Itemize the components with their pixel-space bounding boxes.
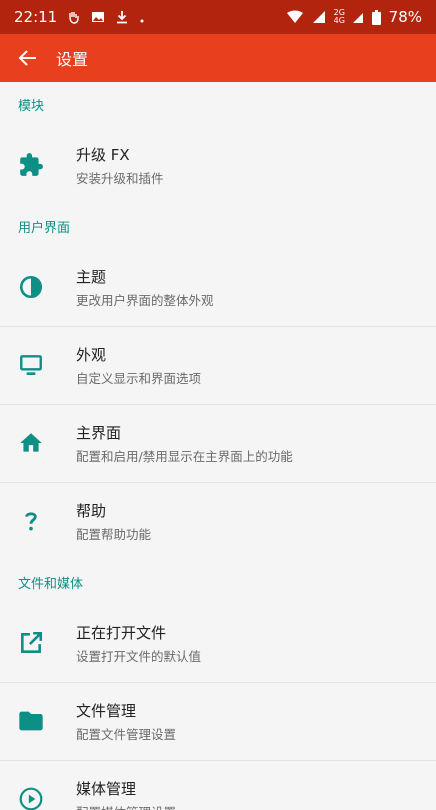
arrow-left-icon [18,48,38,68]
row-title: 主题 [76,267,107,286]
row-text: 媒体管理 配置媒体管理设置 [60,778,176,810]
row-title: 文件管理 [76,701,137,720]
row-text: 主题 更改用户界面的整体外观 [60,266,214,309]
row-subtitle: 配置媒体管理设置 [76,802,176,810]
play-circle-icon [0,760,60,810]
network-type-bottom: 4G [333,16,345,25]
row-text: 主界面 配置和启用/禁用显示在主界面上的功能 [60,422,293,465]
row-subtitle: 更改用户界面的整体外观 [76,292,214,308]
row-title: 升级 FX [76,145,130,164]
status-time: 22:11 [14,8,58,26]
home-icon [0,404,60,482]
contrast-icon [0,248,60,326]
row-subtitle: 安装升级和插件 [76,170,164,186]
signal-icon [312,10,326,24]
hand-icon [67,10,81,24]
puzzle-icon [0,126,60,204]
battery-percent: 78% [388,8,422,26]
row-text: 外观 自定义显示和界面选项 [60,344,201,387]
row-subtitle: 配置帮助功能 [76,526,152,542]
signal-icon-2 [352,10,364,24]
settings-item-appearance[interactable]: 外观 自定义显示和界面选项 [0,326,436,404]
section-header-ui: 用户界面 [18,220,71,236]
row-title: 媒体管理 [76,779,137,798]
folder-icon [0,682,60,760]
settings-item-home-screen[interactable]: 主界面 配置和启用/禁用显示在主界面上的功能 [0,404,436,482]
row-subtitle: 配置和启用/禁用显示在主界面上的功能 [76,448,293,464]
settings-item-upgrade[interactable]: 升级 FX 安装升级和插件 [0,126,436,204]
page-title: 设置 [56,50,89,69]
settings-item-help[interactable]: 帮助 配置帮助功能 [0,482,436,560]
row-title: 帮助 [76,501,107,520]
row-text: 正在打开文件 设置打开文件的默认值 [60,622,201,665]
settings-item-theme[interactable]: 主题 更改用户界面的整体外观 [0,248,436,326]
row-title: 正在打开文件 [76,623,167,642]
section-header-files-media: 文件和媒体 [18,576,84,592]
download-icon [115,10,129,24]
open-external-icon [0,604,60,682]
back-button[interactable] [12,42,44,74]
row-subtitle: 设置打开文件的默认值 [76,648,202,664]
row-title: 主界面 [76,423,122,442]
row-title: 外观 [76,345,107,364]
monitor-icon [0,326,60,404]
row-text: 文件管理 配置文件管理设置 [60,700,176,743]
settings-list[interactable]: 模块 升级 FX 安装升级和插件 用户界面 主题 更改用户界面的整体外观 外观 … [0,82,436,810]
network-type: 2G 4G [333,9,345,25]
battery-icon [371,9,381,25]
settings-item-file-management[interactable]: 文件管理 配置文件管理设置 [0,682,436,760]
row-text: 帮助 配置帮助功能 [60,500,151,543]
row-subtitle: 自定义显示和界面选项 [76,370,202,386]
row-text: 升级 FX 安装升级和插件 [60,144,164,187]
status-right: 2G 4G 78% [286,8,422,26]
row-subtitle: 配置文件管理设置 [76,726,177,742]
question-icon [0,482,60,560]
dot-icon [139,10,145,24]
status-bar: 22:11 2G 4G 78% [0,0,436,34]
settings-item-media-management[interactable]: 媒体管理 配置媒体管理设置 [0,760,436,810]
status-left: 22:11 [14,8,145,26]
image-icon [91,10,105,24]
section-header-modules: 模块 [18,98,45,114]
settings-item-opening-files[interactable]: 正在打开文件 设置打开文件的默认值 [0,604,436,682]
app-bar: 设置 [0,34,436,82]
wifi-icon [286,10,304,24]
